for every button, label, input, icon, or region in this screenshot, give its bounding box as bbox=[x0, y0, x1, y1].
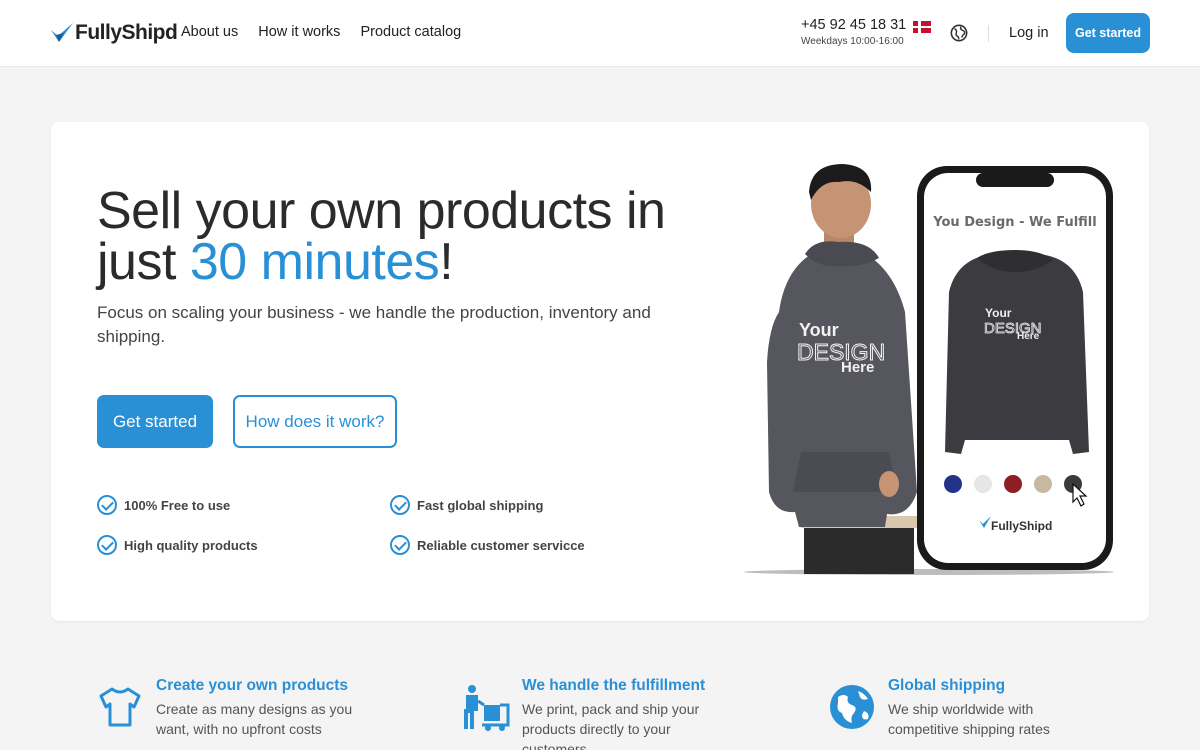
feature-title: Create your own products bbox=[156, 677, 349, 694]
feature-shipping: Fast global shipping bbox=[390, 495, 543, 515]
check-circle-icon bbox=[97, 495, 117, 515]
feature-title: We handle the fulfillment bbox=[522, 677, 706, 694]
feature-label: 100% Free to use bbox=[124, 497, 231, 513]
header-divider bbox=[988, 25, 989, 42]
earth-icon bbox=[830, 685, 874, 729]
how-does-it-work-button[interactable]: How does it work? bbox=[233, 395, 397, 448]
delivery-worker-icon bbox=[464, 685, 510, 731]
feature-label: High quality products bbox=[124, 537, 258, 553]
feature-label: Fast global shipping bbox=[417, 497, 544, 513]
phone-mockup: You Design - We Fulfill Your DESIGN Here… bbox=[917, 166, 1113, 570]
phone-heading: You Design - We Fulfill bbox=[932, 215, 1096, 230]
check-circle-icon bbox=[390, 535, 410, 555]
login-link[interactable]: Log in bbox=[1009, 25, 1049, 41]
feature-label: Reliable customer servicce bbox=[417, 537, 585, 553]
site-header: FullyShipd About us How it works Product… bbox=[0, 0, 1200, 67]
header-get-started-button[interactable]: Get started bbox=[1066, 13, 1150, 53]
swatch-white bbox=[974, 475, 992, 493]
swatch-navy bbox=[944, 475, 962, 493]
hero-title: Sell your own products in just 30 minute… bbox=[97, 185, 697, 291]
get-started-button[interactable]: Get started bbox=[97, 395, 213, 448]
nav-how-it-works[interactable]: How it works bbox=[258, 24, 340, 40]
feature-title: Global shipping bbox=[888, 677, 1006, 694]
feature-description: We ship worldwide with competitive shipp… bbox=[888, 701, 1050, 737]
opening-hours: Weekdays 10:00-16:00 bbox=[801, 36, 904, 47]
logo[interactable]: FullyShipd bbox=[50, 18, 178, 48]
hero-card: Sell your own products in just 30 minute… bbox=[51, 122, 1149, 621]
feature-free: 100% Free to use bbox=[97, 495, 230, 515]
feature-description: We print, pack and ship your products di… bbox=[522, 701, 700, 750]
hoodie-print-line3: Here bbox=[841, 359, 874, 376]
swatch-beige bbox=[1034, 475, 1052, 493]
checkmark-logo-icon bbox=[51, 23, 73, 42]
feature-description: Create as many designs as you want, with… bbox=[156, 701, 353, 737]
swatch-red bbox=[1004, 475, 1022, 493]
contact-phone[interactable]: +45 92 45 18 31 Weekdays 10:00-16:00 bbox=[801, 17, 906, 47]
hoodie-print-line1: Your bbox=[799, 320, 839, 340]
check-circle-icon bbox=[390, 495, 410, 515]
nav-about-us[interactable]: About us bbox=[181, 24, 238, 40]
hero-illustration: Your DESIGN Here You Design - We Fulfill… bbox=[744, 164, 1114, 575]
feature-quality: High quality products bbox=[97, 535, 258, 555]
logo-text: FullyShipd bbox=[75, 21, 178, 44]
t-shirt-icon bbox=[99, 687, 141, 727]
denmark-flag-icon bbox=[913, 21, 931, 33]
hero-subtitle: Focus on scaling your business - we hand… bbox=[97, 303, 651, 346]
model-person: Your DESIGN Here bbox=[767, 164, 917, 574]
phone-print-line3: Here bbox=[1017, 331, 1040, 342]
hero-title-suffix: ! bbox=[439, 233, 454, 291]
phone-number[interactable]: +45 92 45 18 31 bbox=[801, 17, 906, 33]
globe-icon[interactable] bbox=[950, 24, 968, 42]
main-nav: About us How it works Product catalog bbox=[181, 24, 461, 40]
nav-product-catalog[interactable]: Product catalog bbox=[360, 24, 461, 40]
phone-print-line1: Your bbox=[985, 306, 1012, 320]
hero-title-accent: 30 minutes bbox=[189, 233, 440, 291]
feature-support: Reliable customer servicce bbox=[390, 535, 585, 555]
phone-logo-text: FullyShipd bbox=[991, 519, 1052, 533]
check-circle-icon bbox=[97, 535, 117, 555]
